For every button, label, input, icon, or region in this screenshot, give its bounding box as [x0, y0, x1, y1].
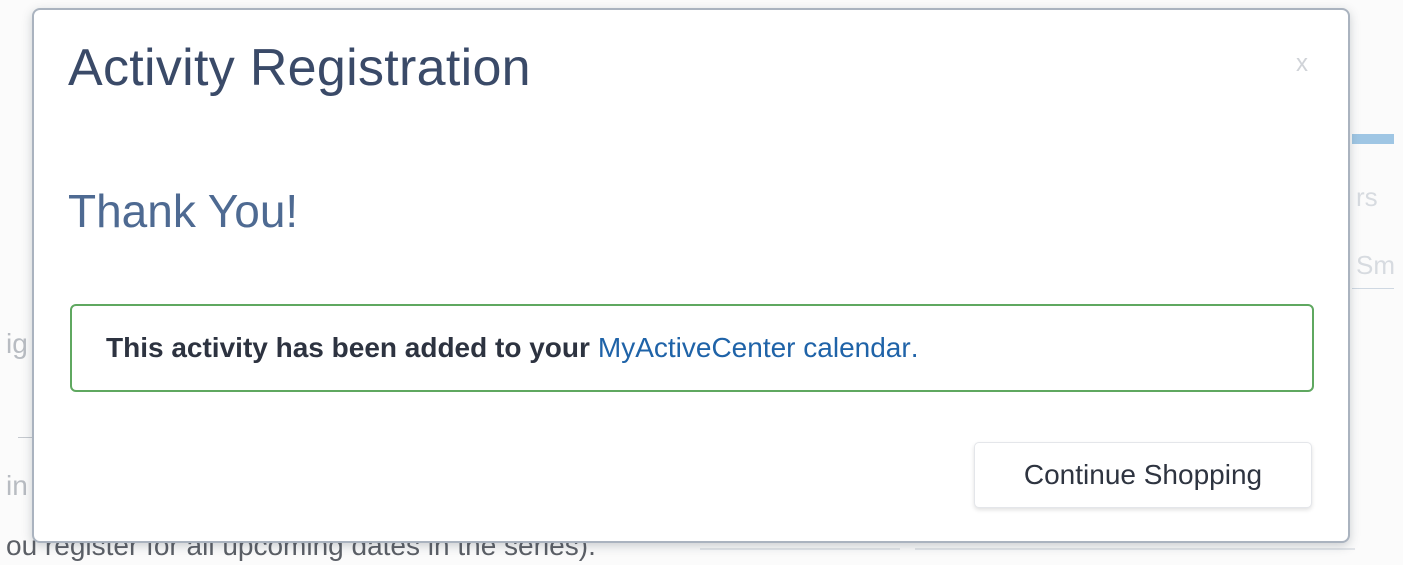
page-background: rs Sm ig in ou register for all upcoming…: [0, 0, 1403, 565]
modal-title: Activity Registration: [68, 39, 531, 97]
registration-modal: Activity Registration x Thank You! This …: [32, 8, 1350, 543]
background-text-fragment: in: [6, 470, 28, 501]
continue-shopping-button[interactable]: Continue Shopping: [974, 442, 1312, 508]
background-text-fragment: rs: [1356, 182, 1378, 212]
background-text-fragment: ig: [6, 328, 28, 359]
thank-you-heading: Thank You!: [68, 185, 299, 237]
background-divider: [915, 548, 1355, 550]
close-icon[interactable]: x: [1296, 52, 1308, 76]
myactivecenter-calendar-link[interactable]: MyActiveCenter calendar: [598, 332, 911, 364]
background-accent-bar: [1352, 134, 1394, 144]
background-divider: [700, 548, 900, 550]
success-alert: This activity has been added to your MyA…: [70, 304, 1314, 392]
background-text-fragment: Sm: [1356, 250, 1395, 280]
alert-suffix: .: [910, 332, 919, 363]
alert-message: This activity has been added to your: [106, 332, 590, 363]
background-divider: [1352, 288, 1394, 289]
